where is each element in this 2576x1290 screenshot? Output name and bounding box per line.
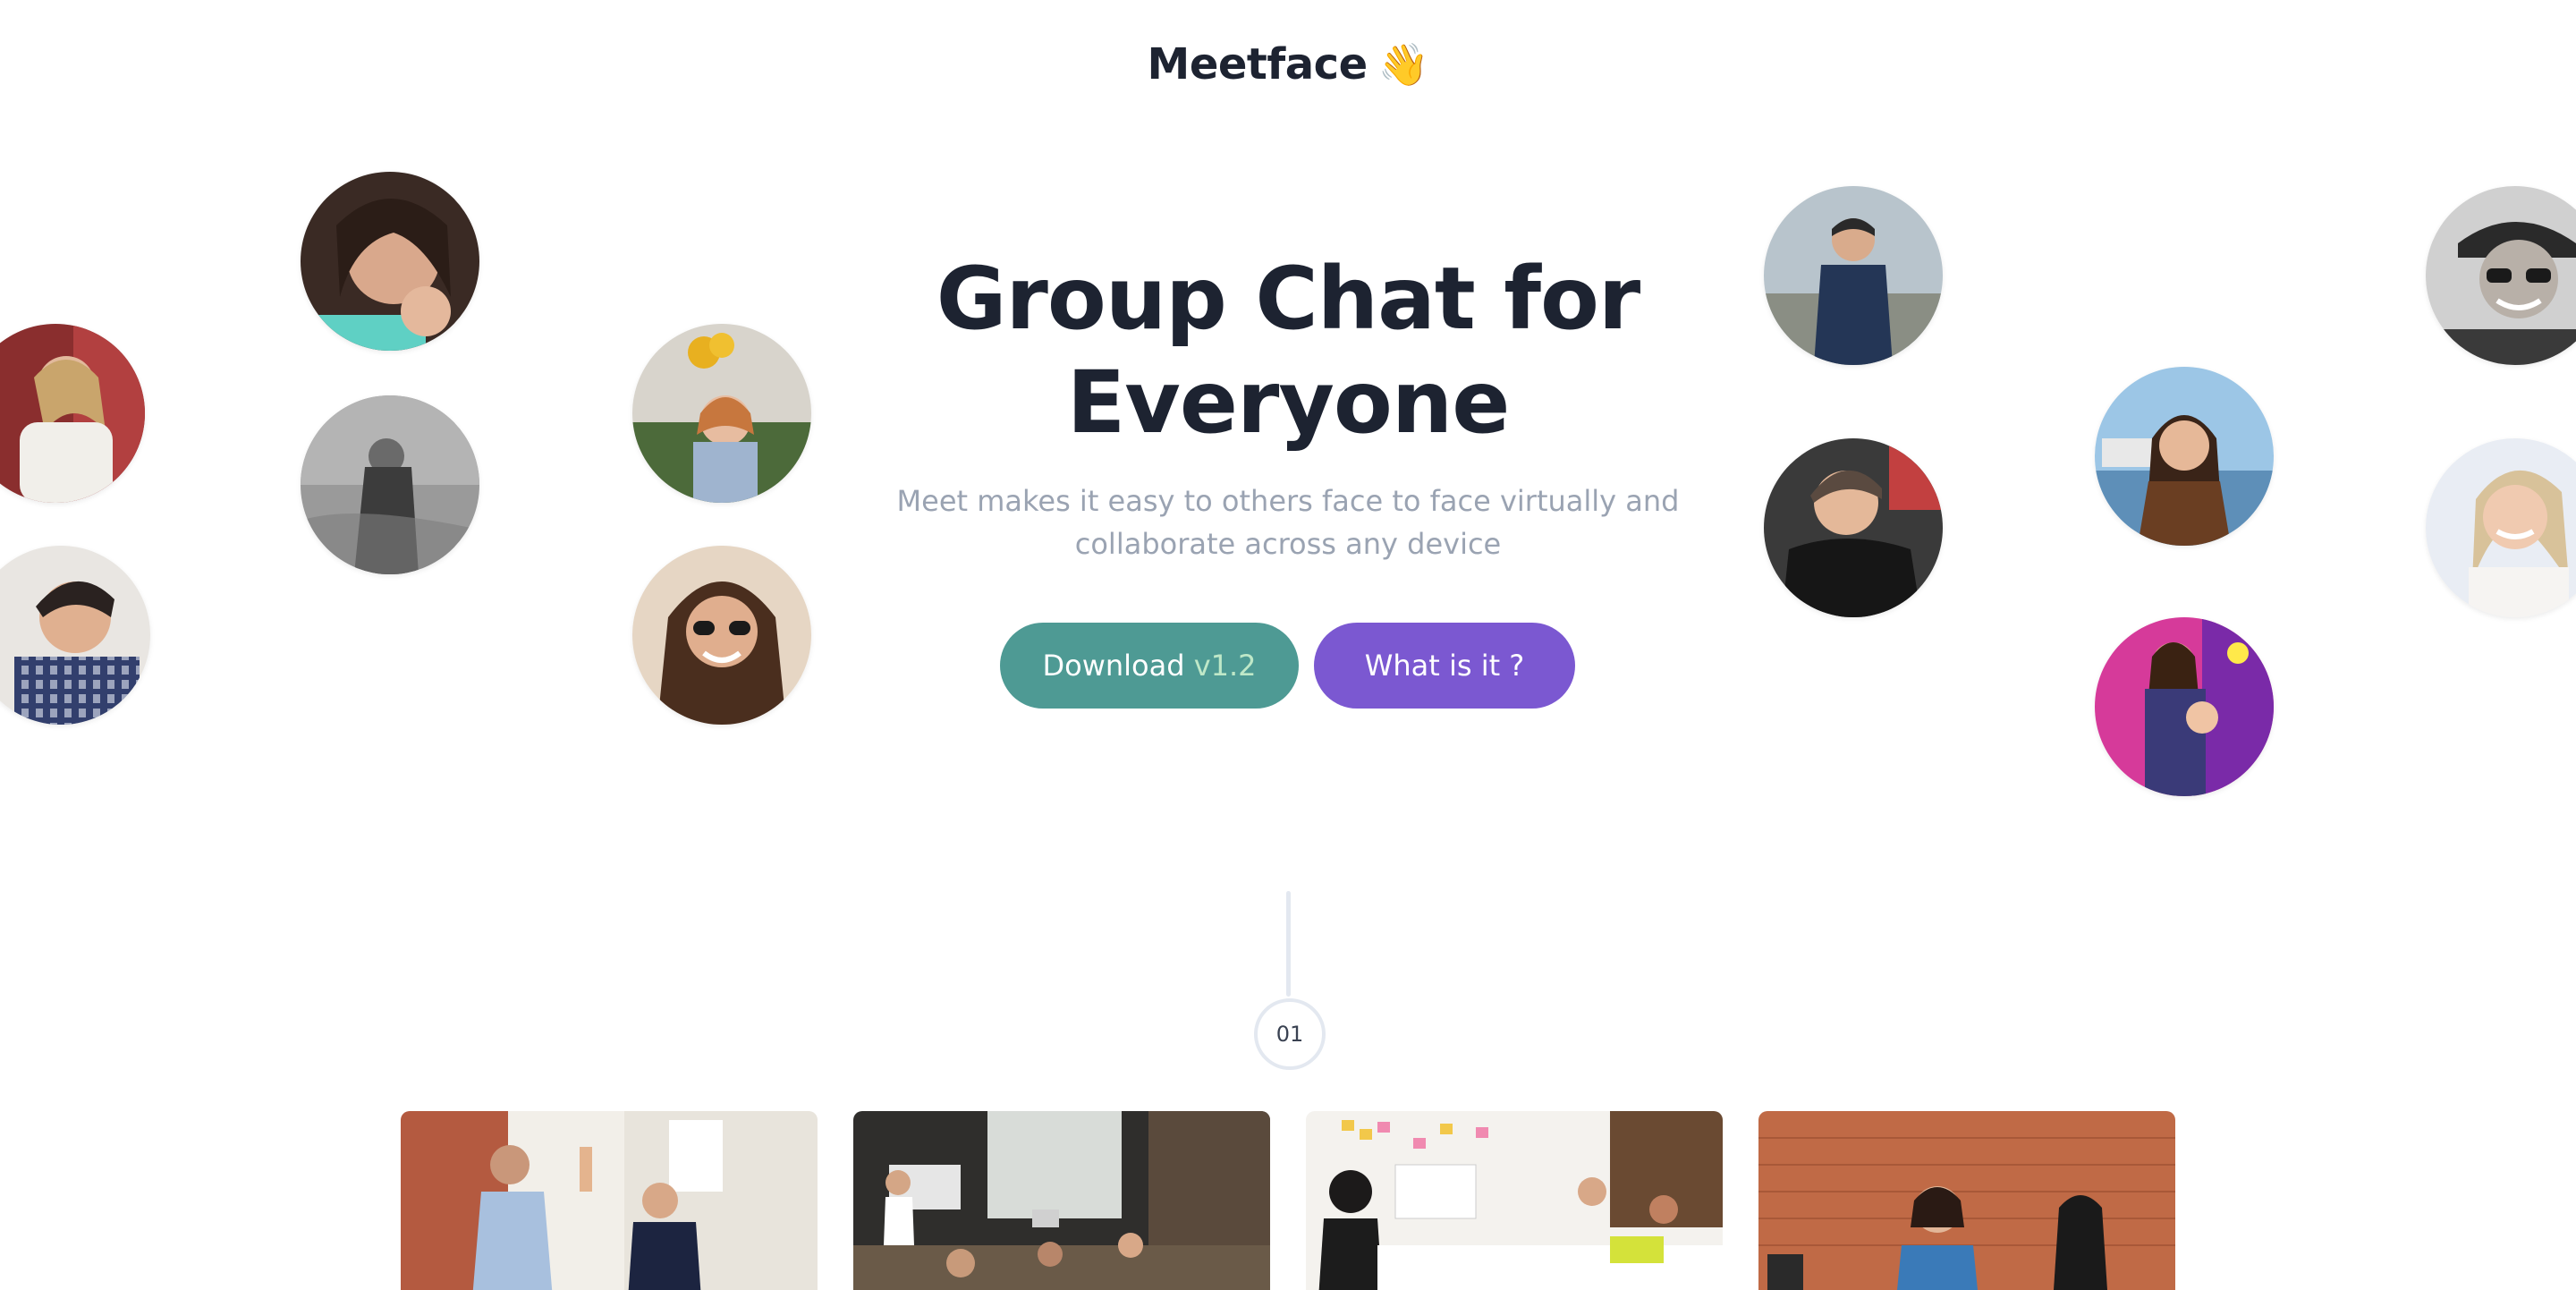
hero-title-line: Everyone <box>1066 352 1511 453</box>
feature-photo <box>853 1111 1270 1290</box>
download-button[interactable]: Download v1.2 <box>1000 623 1299 709</box>
avatar <box>2095 617 2274 796</box>
avatar <box>632 324 811 503</box>
feature-photo <box>401 1111 818 1290</box>
step-badge: 01 <box>1254 998 1326 1070</box>
brand-name: Meetface <box>1147 39 1368 89</box>
avatar <box>632 546 811 725</box>
avatar <box>0 546 150 725</box>
what-is-it-label: What is it ? <box>1364 649 1525 683</box>
waving-hand-icon: 👋 <box>1377 40 1429 89</box>
avatar <box>1764 186 1943 365</box>
landing-page: Meetface 👋 Group Chat for Everyone Meet … <box>0 0 2576 1290</box>
download-label: Download <box>1042 649 1185 683</box>
avatar <box>2095 367 2274 546</box>
what-is-it-button[interactable]: What is it ? <box>1314 623 1575 709</box>
hero-subtitle-line: Meet makes it easy to others face to fac… <box>896 484 1680 518</box>
brand-logo[interactable]: Meetface 👋 <box>0 39 2576 89</box>
avatar <box>1764 438 1943 617</box>
hero-title-line: Group Chat for <box>936 249 1641 349</box>
avatar <box>301 395 479 574</box>
version-label: v1.2 <box>1193 649 1257 683</box>
timeline-line <box>1286 891 1291 997</box>
hero-subtitle-line: collaborate across any device <box>1074 527 1502 561</box>
feature-photo <box>1306 1111 1723 1290</box>
avatar <box>301 172 479 351</box>
avatar <box>2426 438 2576 617</box>
avatar <box>0 324 145 503</box>
feature-photo <box>1758 1111 2175 1290</box>
hero-title: Group Chat for Everyone <box>841 247 1735 454</box>
hero-subtitle: Meet makes it easy to others face to fac… <box>859 480 1717 565</box>
avatar <box>2426 186 2576 365</box>
